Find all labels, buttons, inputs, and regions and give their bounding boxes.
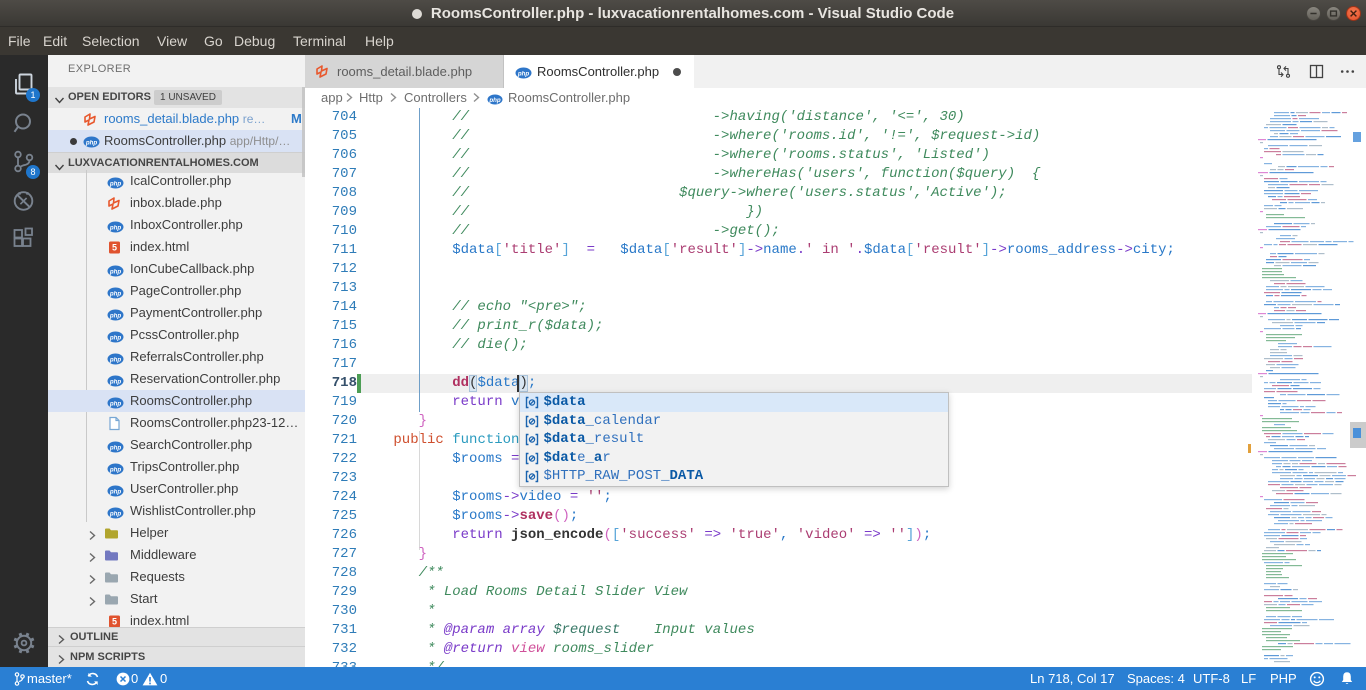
svg-text:php: php (517, 70, 530, 77)
svg-text:php: php (109, 224, 122, 231)
svg-text:php: php (109, 356, 122, 363)
svg-text:php: php (109, 334, 122, 341)
svg-text:php: php (109, 378, 122, 385)
svg-text:php: php (109, 290, 122, 297)
svg-text:php: php (109, 510, 122, 517)
svg-text:5: 5 (112, 243, 117, 253)
svg-text:php: php (488, 97, 501, 104)
svg-text:5: 5 (112, 617, 117, 627)
svg-text:php: php (109, 488, 122, 495)
svg-text:php: php (109, 180, 122, 187)
svg-text:php: php (109, 400, 122, 407)
svg-text:php: php (109, 268, 122, 275)
svg-text:php: php (85, 139, 98, 146)
svg-text:php: php (109, 466, 122, 473)
svg-text:php: php (109, 444, 122, 451)
svg-text:php: php (109, 312, 122, 319)
